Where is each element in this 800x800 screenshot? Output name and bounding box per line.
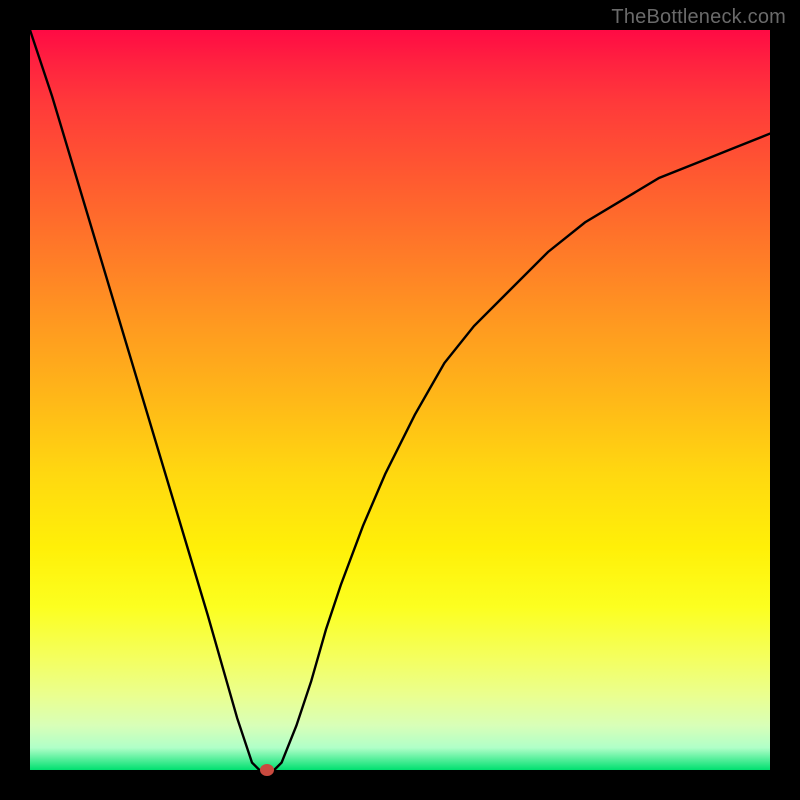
curve-layer <box>30 30 770 770</box>
plot-area <box>30 30 770 770</box>
optimum-marker <box>260 764 274 776</box>
bottleneck-curve-path <box>30 30 770 770</box>
bottleneck-chart: TheBottleneck.com <box>0 0 800 800</box>
watermark-text: TheBottleneck.com <box>611 6 786 29</box>
